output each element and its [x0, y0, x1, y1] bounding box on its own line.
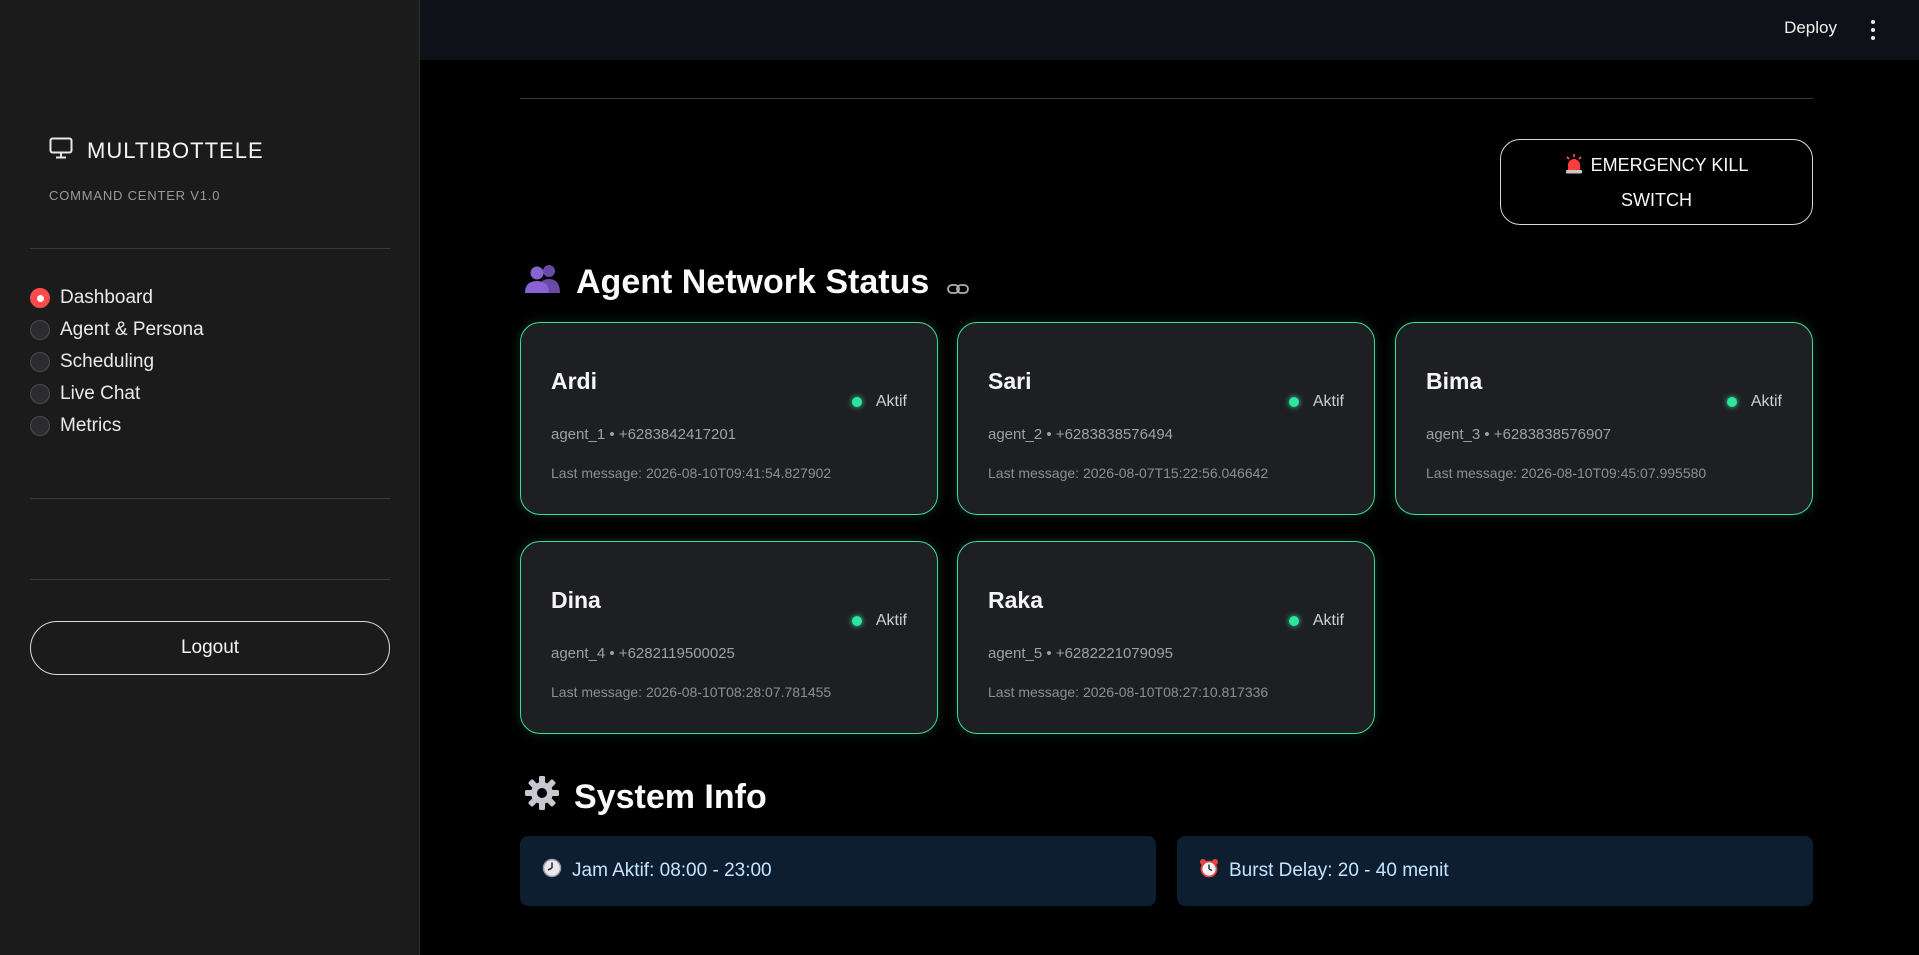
agent-last-message: Last message: 2026-08-10T09:41:54.827902	[551, 465, 832, 481]
nav-item-label: Live Chat	[60, 383, 141, 404]
sidebar: MULTIBOTTELE COMMAND CENTER V1.0 Dashboa…	[0, 0, 420, 955]
gear-icon	[524, 775, 560, 820]
monitor-icon	[49, 137, 73, 164]
agent-meta: agent_4 • +6282119500025	[551, 645, 735, 662]
radio-selected[interactable]	[30, 288, 50, 308]
brand-title: MULTIBOTTELE	[87, 137, 264, 163]
brand: MULTIBOTTELE	[49, 137, 264, 164]
siren-icon	[1565, 152, 1583, 184]
status-dot-icon	[1288, 397, 1299, 407]
clock-icon	[542, 858, 562, 884]
radio-unselected[interactable]	[30, 416, 50, 436]
emergency-kill-switch-button[interactable]: EMERGENCY KILL SWITCH	[1500, 139, 1813, 225]
system-info-text: Burst Delay: 20 - 40 menit	[1229, 860, 1449, 881]
agent-last-message: Last message: 2026-08-10T08:28:07.781455	[551, 684, 832, 700]
agent-last-message: Last message: 2026-08-07T15:22:56.046642	[988, 465, 1269, 481]
agent-card-dina: Dina Aktif agent_4 • +6282119500025 Last…	[520, 541, 938, 734]
agent-last-message: Last message: 2026-08-10T08:27:10.817336	[988, 684, 1269, 700]
sidebar-divider	[30, 579, 390, 580]
agent-meta: agent_3 • +6283838576907	[1426, 426, 1612, 443]
sidebar-nav: Dashboard Agent & Persona Scheduling Liv…	[30, 282, 204, 442]
agent-card-raka: Raka Aktif agent_5 • +6282221079095 Last…	[957, 541, 1375, 734]
agent-card-ardi: Ardi Aktif agent_1 • +6283842417201 Last…	[520, 322, 938, 515]
link-icon[interactable]	[947, 266, 970, 305]
status-dot-icon	[1726, 397, 1737, 407]
nav-item-label: Agent & Persona	[60, 319, 204, 340]
status-badge: Aktif	[1288, 612, 1344, 630]
system-section-heading: System Info	[574, 778, 767, 816]
status-badge: Aktif	[851, 612, 907, 630]
radio-unselected[interactable]	[30, 352, 50, 372]
nav-item-label: Scheduling	[60, 351, 155, 372]
brand-subtitle: COMMAND CENTER V1.0	[49, 188, 221, 203]
status-label: Aktif	[875, 612, 907, 629]
deploy-button[interactable]: Deploy	[1784, 18, 1837, 38]
agent-section-heading: Agent Network Status	[576, 263, 930, 301]
system-info-active-hours: Jam Aktif: 08:00 - 23:00	[520, 836, 1156, 906]
nav-item-label: Metrics	[60, 415, 122, 436]
system-info-text: Jam Aktif: 08:00 - 23:00	[572, 860, 772, 881]
status-dot-icon	[851, 616, 862, 626]
radio-unselected[interactable]	[30, 384, 50, 404]
status-dot-icon	[1288, 616, 1299, 626]
agent-name: Sari	[988, 368, 1032, 394]
people-icon	[524, 263, 562, 302]
nav-item-label: Dashboard	[60, 287, 153, 308]
status-label: Aktif	[1312, 393, 1344, 410]
kill-switch-label: EMERGENCY KILL SWITCH	[1590, 154, 1749, 210]
status-label: Aktif	[875, 393, 907, 410]
nav-item-metrics[interactable]: Metrics	[30, 410, 204, 442]
nav-item-scheduling[interactable]: Scheduling	[30, 346, 204, 378]
nav-item-dashboard[interactable]: Dashboard	[30, 282, 204, 314]
more-options-icon[interactable]	[1867, 20, 1879, 40]
nav-item-live-chat[interactable]: Live Chat	[30, 378, 204, 410]
agent-section-title: Agent Network Status	[524, 260, 970, 305]
status-badge: Aktif	[851, 393, 907, 411]
top-bar: Deploy	[420, 0, 1919, 60]
nav-item-agent-persona[interactable]: Agent & Persona	[30, 314, 204, 346]
agent-name: Dina	[551, 587, 601, 613]
agent-meta: agent_1 • +6283842417201	[551, 426, 737, 443]
agent-card-sari: Sari Aktif agent_2 • +6283838576494 Last…	[957, 322, 1375, 515]
sidebar-divider	[30, 248, 390, 249]
agent-meta: agent_5 • +6282221079095	[988, 645, 1174, 662]
agent-name: Bima	[1426, 368, 1483, 394]
radio-unselected[interactable]	[30, 320, 50, 340]
status-label: Aktif	[1750, 393, 1782, 410]
main-divider	[520, 98, 1813, 99]
agent-last-message: Last message: 2026-08-10T09:45:07.995580	[1426, 465, 1707, 481]
status-badge: Aktif	[1288, 393, 1344, 411]
agent-meta: agent_2 • +6283838576494	[988, 426, 1174, 443]
agent-name: Raka	[988, 587, 1043, 613]
sidebar-divider	[30, 498, 390, 499]
status-dot-icon	[851, 397, 862, 407]
system-section-title: System Info	[524, 775, 767, 820]
agent-card-bima: Bima Aktif agent_3 • +6283838576907 Last…	[1395, 322, 1813, 515]
agent-name: Ardi	[551, 368, 597, 394]
status-label: Aktif	[1312, 612, 1344, 629]
status-badge: Aktif	[1726, 393, 1782, 411]
alarm-clock-icon	[1199, 858, 1219, 884]
logout-button[interactable]: Logout	[30, 621, 390, 675]
system-info-burst-delay: Burst Delay: 20 - 40 menit	[1177, 836, 1813, 906]
